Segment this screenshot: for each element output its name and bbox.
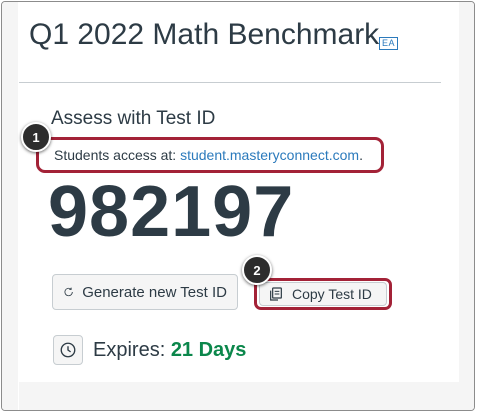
left-gutter <box>2 2 18 410</box>
ea-badge[interactable]: EA <box>379 37 399 50</box>
refresh-icon <box>64 287 73 297</box>
copy-icon <box>270 287 282 301</box>
expires-text: Expires: 21 Days <box>93 339 246 362</box>
expires-value: 21 Days <box>170 338 247 361</box>
test-id-number: 982197 <box>48 172 295 252</box>
section-title: Assess with Test ID <box>51 108 216 129</box>
assessment-panel: Q1 2022 Math Benchmark EA Assess with Te… <box>19 2 459 410</box>
access-prefix: Students access at: <box>54 147 181 163</box>
copy-test-id-button[interactable]: Copy Test ID <box>259 282 387 306</box>
expires-label: Expires: <box>93 338 171 361</box>
title-divider <box>19 82 441 83</box>
clock-icon <box>53 335 83 365</box>
copy-button-label: Copy Test ID <box>292 286 372 302</box>
generate-test-id-button[interactable]: Generate new Test ID <box>52 274 238 310</box>
callout-badge-1: 1 <box>21 122 51 152</box>
expiry-row: Expires: 21 Days <box>53 335 246 365</box>
callout-badge-2: 2 <box>242 255 272 285</box>
student-access-line: Students access at: student.masteryconne… <box>36 137 384 173</box>
bottom-strip <box>19 382 459 410</box>
right-gutter <box>458 2 474 410</box>
student-access-link[interactable]: student.masteryconnect.com <box>180 147 359 163</box>
access-suffix: . <box>359 147 363 163</box>
screenshot-frame: Q1 2022 Math Benchmark EA Assess with Te… <box>1 1 475 411</box>
page-title: Q1 2022 Math Benchmark <box>29 18 380 51</box>
generate-button-label: Generate new Test ID <box>82 283 227 301</box>
